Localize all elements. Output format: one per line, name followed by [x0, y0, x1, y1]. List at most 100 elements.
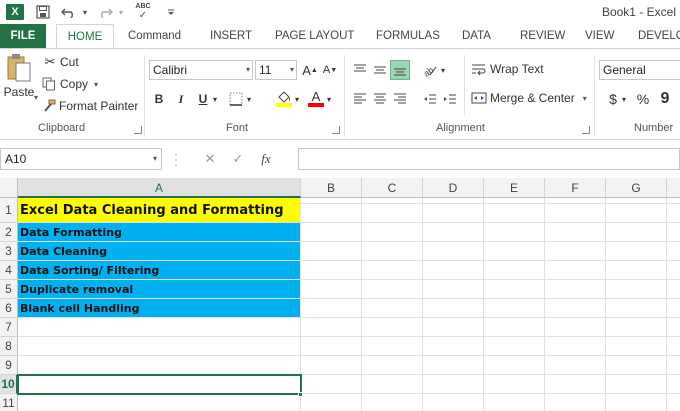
number-format-combo[interactable]: General	[599, 60, 680, 80]
row-header-4[interactable]: 4	[0, 261, 18, 280]
excel-logo-icon[interactable]: X	[4, 2, 26, 22]
decrease-indent-button[interactable]	[420, 89, 440, 109]
copy-button[interactable]: Copy ▾	[42, 77, 98, 91]
merge-center-button[interactable]: Merge & Center ▾	[471, 91, 587, 105]
save-icon[interactable]	[32, 2, 54, 22]
row-header-6[interactable]: 6	[0, 299, 18, 318]
column-header-g[interactable]: G	[606, 178, 667, 198]
row-header-2[interactable]: 2	[0, 223, 18, 242]
cell-a7[interactable]	[18, 318, 301, 337]
copy-dropdown-icon[interactable]: ▾	[94, 80, 98, 89]
column-header-d[interactable]: D	[423, 178, 484, 198]
spelling-icon[interactable]: ABC ✓	[132, 2, 154, 22]
shrink-font-button[interactable]: A ▼	[320, 60, 340, 80]
paste-label: Paste	[3, 85, 35, 99]
column-header-e[interactable]: E	[484, 178, 545, 198]
undo-icon[interactable]	[58, 2, 80, 22]
cell-a4[interactable]: Data Sorting/ Filtering	[18, 261, 301, 280]
tab-review[interactable]: REVIEW	[520, 24, 565, 48]
currency-dropdown-icon[interactable]: ▾	[619, 89, 629, 109]
cell-a8[interactable]	[18, 337, 301, 356]
group-divider	[594, 55, 595, 137]
align-top-button[interactable]	[350, 60, 370, 80]
column-header-b[interactable]: B	[301, 178, 362, 198]
column-header-h[interactable]	[667, 178, 680, 198]
column-header-f[interactable]: F	[545, 178, 606, 198]
font-color-dropdown-icon[interactable]: ▾	[324, 89, 334, 109]
chevron-down-icon: ▾	[289, 65, 294, 74]
comma-button[interactable]: 9	[655, 89, 675, 109]
tab-view[interactable]: VIEW	[585, 24, 614, 48]
cut-button[interactable]: ✂ Cut	[42, 54, 79, 70]
cell-a2[interactable]: Data Formatting	[18, 223, 301, 242]
row-header-1[interactable]: 1	[0, 198, 18, 223]
row-header-5[interactable]: 5	[0, 280, 18, 299]
row-header-7[interactable]: 7	[0, 318, 18, 337]
font-size-combo[interactable]: 11 ▾	[255, 60, 297, 80]
row-header-11[interactable]: 11	[0, 394, 18, 411]
format-painter-button[interactable]: Format Painter	[42, 99, 138, 113]
align-right-button[interactable]	[390, 89, 410, 109]
redo-dropdown-icon[interactable]: ▾	[116, 2, 126, 22]
grow-font-button[interactable]: A ▲	[300, 60, 320, 80]
italic-button[interactable]: I	[171, 89, 191, 109]
tab-formulas[interactable]: FORMULAS	[376, 24, 440, 48]
cell-a6[interactable]: Blank cell Handling	[18, 299, 301, 318]
alignment-launcher-icon[interactable]	[582, 126, 590, 134]
row-header-8[interactable]: 8	[0, 337, 18, 356]
align-center-button[interactable]	[370, 89, 390, 109]
tab-insert[interactable]: INSERT	[210, 24, 252, 48]
tab-data[interactable]: DATA	[462, 24, 491, 48]
formula-input[interactable]	[298, 148, 680, 170]
cell-a1[interactable]: Excel Data Cleaning and Formatting	[18, 198, 301, 223]
font-launcher-icon[interactable]	[332, 126, 340, 134]
orientation-button[interactable]: ab	[420, 60, 440, 80]
cell-a5[interactable]: Duplicate removal	[18, 280, 301, 299]
merge-dropdown-icon[interactable]: ▾	[583, 94, 587, 103]
cell-a3[interactable]: Data Cleaning	[18, 242, 301, 261]
cell-a9[interactable]	[18, 356, 301, 375]
orientation-dropdown-icon[interactable]: ▾	[438, 60, 448, 80]
paste-button[interactable]: Paste	[4, 53, 34, 99]
wrap-text-button[interactable]: Wrap Text	[471, 62, 544, 76]
clipboard-launcher-icon[interactable]	[134, 126, 142, 134]
fill-color-dropdown-icon[interactable]: ▾	[292, 89, 302, 109]
formula-bar-grip-icon[interactable]: · · ·	[174, 148, 178, 170]
redo-icon[interactable]	[94, 2, 116, 22]
tab-file[interactable]: FILE	[0, 24, 46, 48]
borders-button[interactable]	[226, 89, 246, 109]
tab-developer[interactable]: DEVELO	[638, 24, 680, 48]
cell-a11[interactable]	[18, 394, 301, 411]
row-header-10[interactable]: 10	[0, 375, 18, 394]
align-middle-button[interactable]	[370, 60, 390, 80]
font-color-button[interactable]: A	[306, 89, 326, 109]
empty-cells-area[interactable]	[301, 198, 680, 411]
column-header-c[interactable]: C	[362, 178, 423, 198]
name-box[interactable]: A10 ▾	[0, 148, 162, 170]
increase-indent-button[interactable]	[440, 89, 460, 109]
align-left-button[interactable]	[350, 89, 370, 109]
tab-command[interactable]: Command	[128, 24, 181, 48]
tab-page-layout[interactable]: PAGE LAYOUT	[275, 24, 354, 48]
borders-dropdown-icon[interactable]: ▾	[244, 89, 254, 109]
formula-bar: A10 ▾ · · · ✕ ✓ fx	[0, 140, 680, 178]
percent-button[interactable]: %	[633, 89, 653, 109]
underline-dropdown-icon[interactable]: ▾	[210, 89, 220, 109]
row-header-9[interactable]: 9	[0, 356, 18, 375]
fill-handle[interactable]	[298, 392, 303, 397]
font-name-combo[interactable]: Calibri ▾	[149, 60, 253, 80]
cancel-icon[interactable]: ✕	[196, 151, 224, 167]
row-header-3[interactable]: 3	[0, 242, 18, 261]
paste-dropdown-icon[interactable]: ▾	[34, 93, 38, 102]
select-all-corner[interactable]	[0, 178, 18, 198]
customize-toolbar-icon[interactable]	[160, 2, 182, 22]
bold-button[interactable]: B	[149, 89, 169, 109]
tab-home[interactable]: HOME	[56, 24, 114, 49]
format-painter-label: Format Painter	[59, 99, 139, 113]
insert-function-icon[interactable]: fx	[252, 151, 280, 167]
column-header-a[interactable]: A	[18, 178, 301, 198]
align-bottom-button[interactable]	[390, 60, 410, 80]
fill-color-button[interactable]	[274, 89, 294, 109]
enter-icon[interactable]: ✓	[224, 151, 252, 167]
undo-dropdown-icon[interactable]: ▾	[80, 2, 90, 22]
